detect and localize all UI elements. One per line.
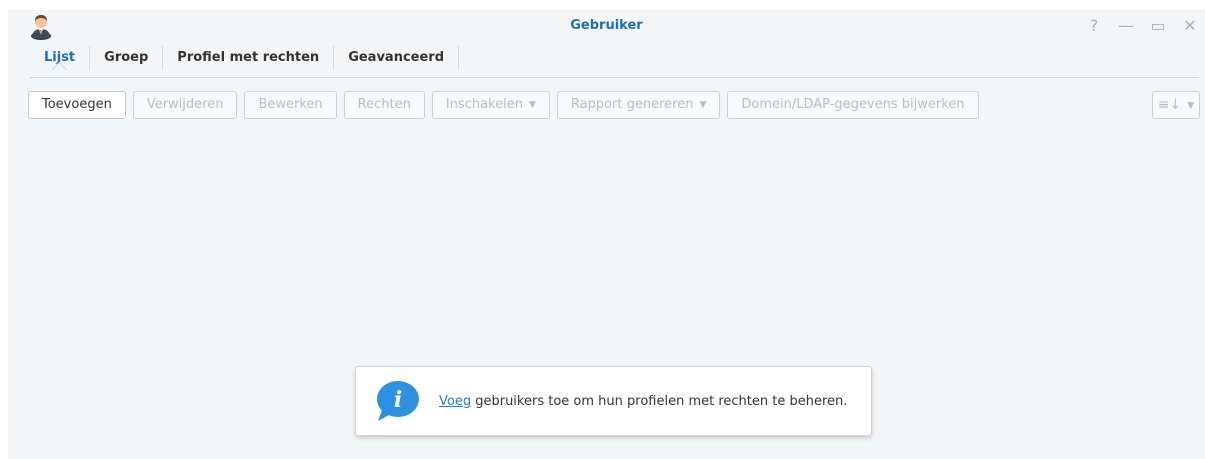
tab-list[interactable]: Lijst bbox=[30, 46, 91, 70]
info-message: Voeg gebruikers toe om hun profielen met… bbox=[439, 394, 847, 409]
generate-report-dropdown-button[interactable]: Rapport genereren ▼ bbox=[556, 91, 721, 119]
permissions-button[interactable]: Rechten bbox=[343, 91, 425, 119]
tab-bar: Lijst Groep Profiel met rechten Geavance… bbox=[30, 46, 460, 72]
add-users-link[interactable]: Voeg bbox=[439, 394, 471, 409]
view-options-button[interactable]: ≡↓ ▼ bbox=[1152, 91, 1200, 119]
chevron-down-icon: ▼ bbox=[699, 100, 707, 110]
edit-button[interactable]: Bewerken bbox=[244, 91, 337, 119]
tab-divider bbox=[30, 77, 1199, 78]
info-message-box: i Voeg gebruikers toe om hun profielen m… bbox=[355, 366, 872, 436]
report-label: Rapport genereren bbox=[570, 97, 694, 112]
tab-advanced[interactable]: Geavanceerd bbox=[334, 46, 460, 70]
help-icon[interactable]: ? bbox=[1083, 16, 1105, 36]
delete-button[interactable]: Verwijderen bbox=[132, 91, 238, 119]
tab-permission-profile[interactable]: Profiel met rechten bbox=[163, 46, 335, 70]
toolbar: Toevoegen Verwijderen Bewerken Rechten I… bbox=[28, 91, 979, 119]
info-message-text: gebruikers toe om hun profielen met rech… bbox=[471, 394, 848, 409]
close-icon[interactable]: ✕ bbox=[1179, 16, 1201, 36]
user-window: Gebruiker ? — ▭ ✕ Lijst Groep Profiel me… bbox=[8, 10, 1205, 459]
title-bar: Gebruiker ? — ▭ ✕ bbox=[8, 10, 1205, 42]
chevron-down-icon: ▼ bbox=[528, 100, 536, 110]
window-title: Gebruiker bbox=[570, 18, 643, 33]
info-icon: i bbox=[377, 381, 419, 421]
chevron-down-icon: ▼ bbox=[1187, 101, 1195, 111]
add-button[interactable]: Toevoegen bbox=[28, 91, 126, 119]
enable-dropdown-button[interactable]: Inschakelen ▼ bbox=[431, 91, 550, 119]
update-domain-ldap-button[interactable]: Domein/LDAP-gegevens bijwerken bbox=[727, 91, 979, 119]
tab-group[interactable]: Groep bbox=[90, 46, 164, 70]
minimize-icon[interactable]: — bbox=[1115, 16, 1137, 36]
svg-text:i: i bbox=[394, 387, 402, 413]
maximize-icon[interactable]: ▭ bbox=[1147, 16, 1169, 36]
list-sort-icon: ≡↓ bbox=[1157, 97, 1182, 113]
enable-label: Inschakelen bbox=[445, 97, 523, 112]
